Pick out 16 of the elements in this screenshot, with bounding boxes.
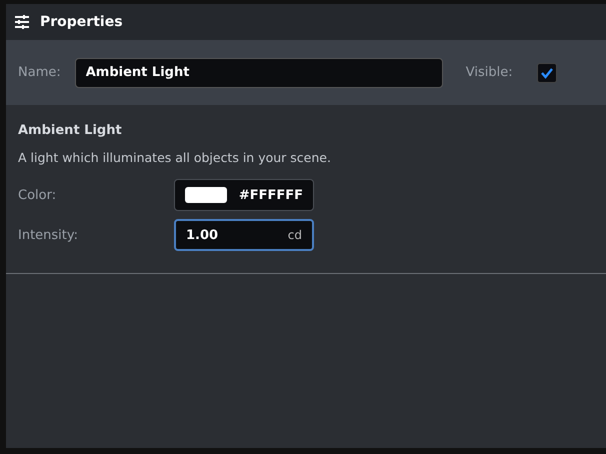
check-icon [540, 66, 554, 78]
intensity-value: 1.00 [186, 228, 218, 242]
unit-label: cd [288, 228, 302, 242]
color-value: #FFFFFF [238, 188, 303, 202]
color-field[interactable]: #FFFFFF [174, 179, 314, 211]
name-label: Name: [18, 65, 61, 80]
sliders-icon [14, 15, 30, 29]
section-title: Ambient Light [18, 123, 123, 138]
intensity-field[interactable]: 1.00 cd [174, 219, 314, 251]
visible-checkbox[interactable] [536, 62, 557, 82]
section-description: A light which illuminates all objects in your scene. [18, 150, 332, 165]
panel-title: Properties [40, 14, 123, 30]
field-label: Color: [18, 188, 58, 202]
field-label: Intensity: [18, 228, 80, 242]
name-field[interactable]: Ambient Light [74, 58, 443, 88]
visible-label: Visible: [466, 65, 513, 80]
